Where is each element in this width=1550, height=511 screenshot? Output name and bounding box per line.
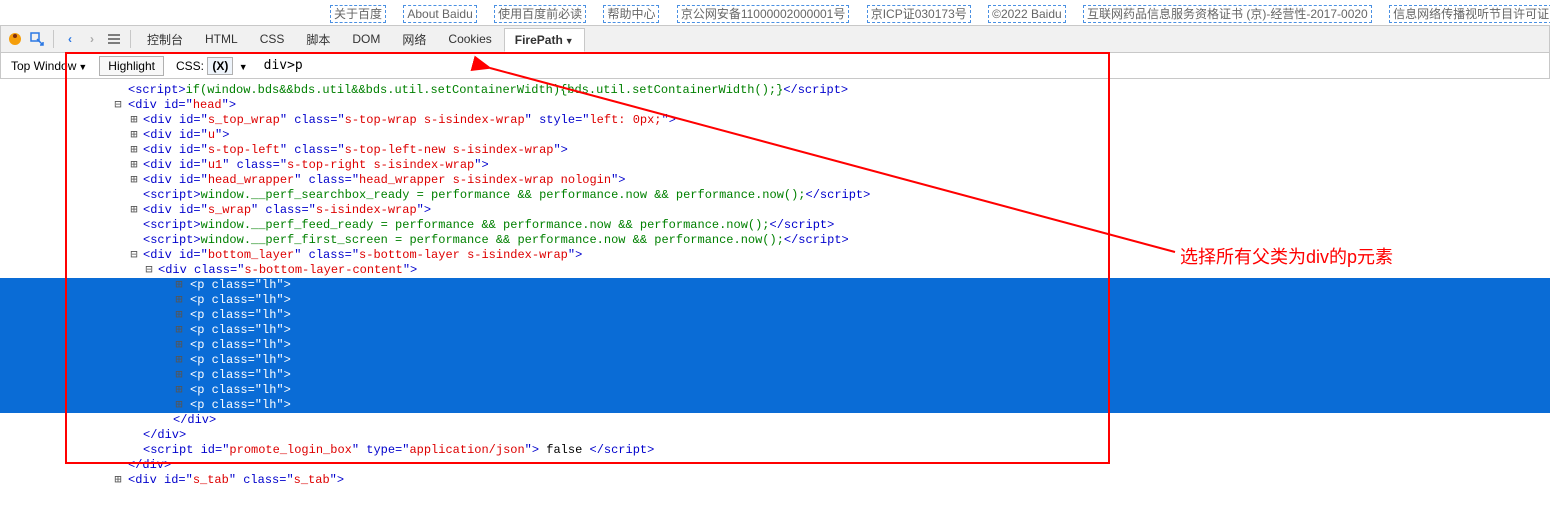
firebug-icon[interactable] (5, 29, 25, 49)
footer-link[interactable]: 互联网药品信息服务资格证书 (京)-经营性-2017-0020 (1083, 5, 1372, 23)
firepath-subbar: Top Window▼ Highlight CSS: (X) ▼ (0, 53, 1550, 79)
tree-row[interactable]: ⊞<div id="s_tab" class="s_tab"> (0, 473, 1550, 488)
tree-row[interactable]: <script id="promote_login_box" type="app… (0, 443, 1550, 458)
tab-script[interactable]: 脚本 (296, 27, 340, 52)
tree-row[interactable]: </div> (0, 458, 1550, 473)
inspect-icon[interactable] (27, 29, 47, 49)
firebug-toolbar: ‹ › 控制台 HTML CSS 脚本 DOM 网络 Cookies FireP… (0, 25, 1550, 53)
twisty-closed-icon[interactable]: ⊞ (173, 353, 185, 368)
nav-back-icon[interactable]: ‹ (60, 29, 80, 49)
footer-link[interactable]: 信息网络传播视听节目许可证 0110 (1389, 5, 1550, 23)
twisty-closed-icon[interactable]: ⊞ (173, 308, 185, 323)
chevron-down-icon: ▼ (78, 62, 87, 72)
twisty-open-icon[interactable]: ⊟ (128, 248, 140, 263)
twisty-open-icon[interactable]: ⊟ (143, 263, 155, 278)
chevron-down-icon: ▼ (565, 36, 574, 46)
annotation-label: 选择所有父类为div的p元素 (1180, 243, 1393, 269)
tree-row-selected[interactable]: ⊞<p class="lh"> (0, 308, 1550, 323)
tree-row[interactable]: ⊞<div id="s_wrap" class="s-isindex-wrap"… (0, 203, 1550, 218)
tab-css[interactable]: CSS (250, 28, 295, 50)
tab-cookies[interactable]: Cookies (438, 28, 501, 50)
tree-row-selected[interactable]: ⊞<p class="lh"> (0, 338, 1550, 353)
tree-row-selected[interactable]: ⊞<p class="lh"> (0, 293, 1550, 308)
twisty-closed-icon[interactable]: ⊞ (128, 128, 140, 143)
css-badge: (X) (207, 57, 233, 75)
tree-row[interactable]: ⊞<div id="s_top_wrap" class="s-top-wrap … (0, 113, 1550, 128)
twisty-closed-icon[interactable]: ⊞ (128, 113, 140, 128)
page-footer-fragment: 关于百度 About Baidu 使用百度前必读 帮助中心 京公网安备11000… (0, 0, 1550, 25)
tab-html[interactable]: HTML (195, 28, 248, 50)
twisty-closed-icon[interactable]: ⊞ (128, 203, 140, 218)
tree-row[interactable]: ⊟<div id="head"> (0, 98, 1550, 113)
selector-input[interactable] (260, 56, 1080, 75)
tree-row-selected[interactable]: ⊞<p class="lh"> (0, 278, 1550, 293)
twisty-closed-icon[interactable]: ⊞ (173, 368, 185, 383)
tree-row[interactable]: ⊞<div id="u1" class="s-top-right s-isind… (0, 158, 1550, 173)
tree-row-selected[interactable]: ⊞<p class="lh"> (0, 398, 1550, 413)
nav-forward-icon[interactable]: › (82, 29, 102, 49)
tree-row-selected[interactable]: ⊞<p class="lh"> (0, 323, 1550, 338)
tab-net[interactable]: 网络 (392, 27, 436, 52)
tree-row[interactable]: ⊞<div id="s-top-left" class="s-top-left-… (0, 143, 1550, 158)
twisty-closed-icon[interactable]: ⊞ (173, 338, 185, 353)
tab-firepath[interactable]: FirePath▼ (504, 28, 585, 52)
tree-row[interactable]: <script>window.__perf_searchbox_ready = … (0, 188, 1550, 203)
chevron-down-icon: ▼ (239, 62, 248, 72)
tree-row[interactable]: ⊞<div id="head_wrapper" class="head_wrap… (0, 173, 1550, 188)
tree-row-selected[interactable]: ⊞<p class="lh"> (0, 368, 1550, 383)
highlight-button[interactable]: Highlight (99, 56, 164, 76)
footer-link[interactable]: About Baidu (403, 5, 476, 23)
top-window-select[interactable]: Top Window▼ (5, 57, 93, 75)
twisty-open-icon[interactable]: ⊟ (112, 98, 124, 113)
tab-dom[interactable]: DOM (342, 28, 390, 50)
twisty-closed-icon[interactable]: ⊞ (173, 278, 185, 293)
tree-row[interactable]: <script>if(window.bds&&bds.util&&bds.uti… (0, 83, 1550, 98)
footer-link[interactable]: 帮助中心 (603, 5, 659, 23)
footer-link[interactable]: 京公网安备11000002000001号 (677, 5, 850, 23)
list-icon[interactable] (104, 29, 124, 49)
tree-row[interactable]: <script>window.__perf_feed_ready = perfo… (0, 218, 1550, 233)
twisty-closed-icon[interactable]: ⊞ (128, 173, 140, 188)
tree-row[interactable]: </div> (0, 413, 1550, 428)
twisty-closed-icon[interactable]: ⊞ (173, 323, 185, 338)
tree-row-selected[interactable]: ⊞<p class="lh"> (0, 383, 1550, 398)
twisty-closed-icon[interactable]: ⊞ (112, 473, 124, 488)
tab-console[interactable]: 控制台 (137, 27, 193, 52)
twisty-closed-icon[interactable]: ⊞ (173, 398, 185, 413)
dom-tree[interactable]: <script>if(window.bds&&bds.util&&bds.uti… (0, 79, 1550, 494)
footer-link[interactable]: 关于百度 (330, 5, 386, 23)
footer-link[interactable]: ©2022 Baidu (988, 5, 1066, 23)
tree-row-selected[interactable]: ⊞<p class="lh"> (0, 353, 1550, 368)
footer-link[interactable]: 京ICP证030173号 (867, 5, 971, 23)
tree-row[interactable]: </div> (0, 428, 1550, 443)
footer-link[interactable]: 使用百度前必读 (494, 5, 586, 23)
twisty-closed-icon[interactable]: ⊞ (173, 293, 185, 308)
twisty-closed-icon[interactable]: ⊞ (173, 383, 185, 398)
tree-row[interactable]: ⊞<div id="u"> (0, 128, 1550, 143)
twisty-closed-icon[interactable]: ⊞ (128, 143, 140, 158)
twisty-closed-icon[interactable]: ⊞ (128, 158, 140, 173)
selector-type[interactable]: CSS: (X) ▼ (170, 57, 254, 75)
